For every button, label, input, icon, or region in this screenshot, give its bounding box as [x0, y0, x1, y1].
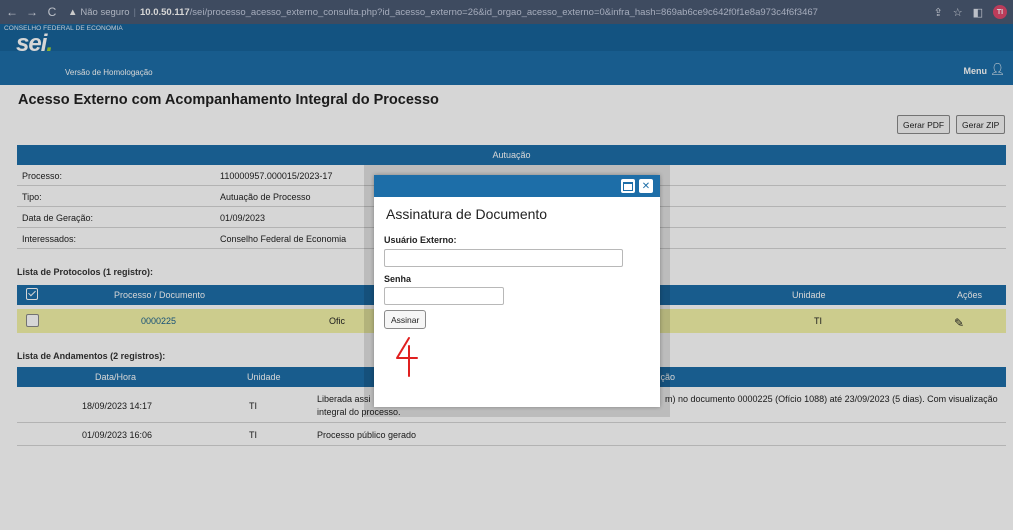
sign-button[interactable]: Assinar — [384, 310, 427, 329]
password-field-label: Senha — [384, 274, 412, 284]
close-icon[interactable]: ✕ — [639, 179, 653, 193]
red-handwritten-four-annotation — [396, 337, 418, 377]
password-input[interactable] — [384, 287, 504, 305]
maximize-icon[interactable] — [621, 179, 635, 193]
modal-title: Assinatura de Documento — [386, 206, 548, 222]
external-user-input[interactable] — [384, 249, 623, 267]
modal-titlebar[interactable]: ✕ — [374, 175, 660, 197]
user-field-label: Usuário Externo: — [384, 235, 457, 245]
